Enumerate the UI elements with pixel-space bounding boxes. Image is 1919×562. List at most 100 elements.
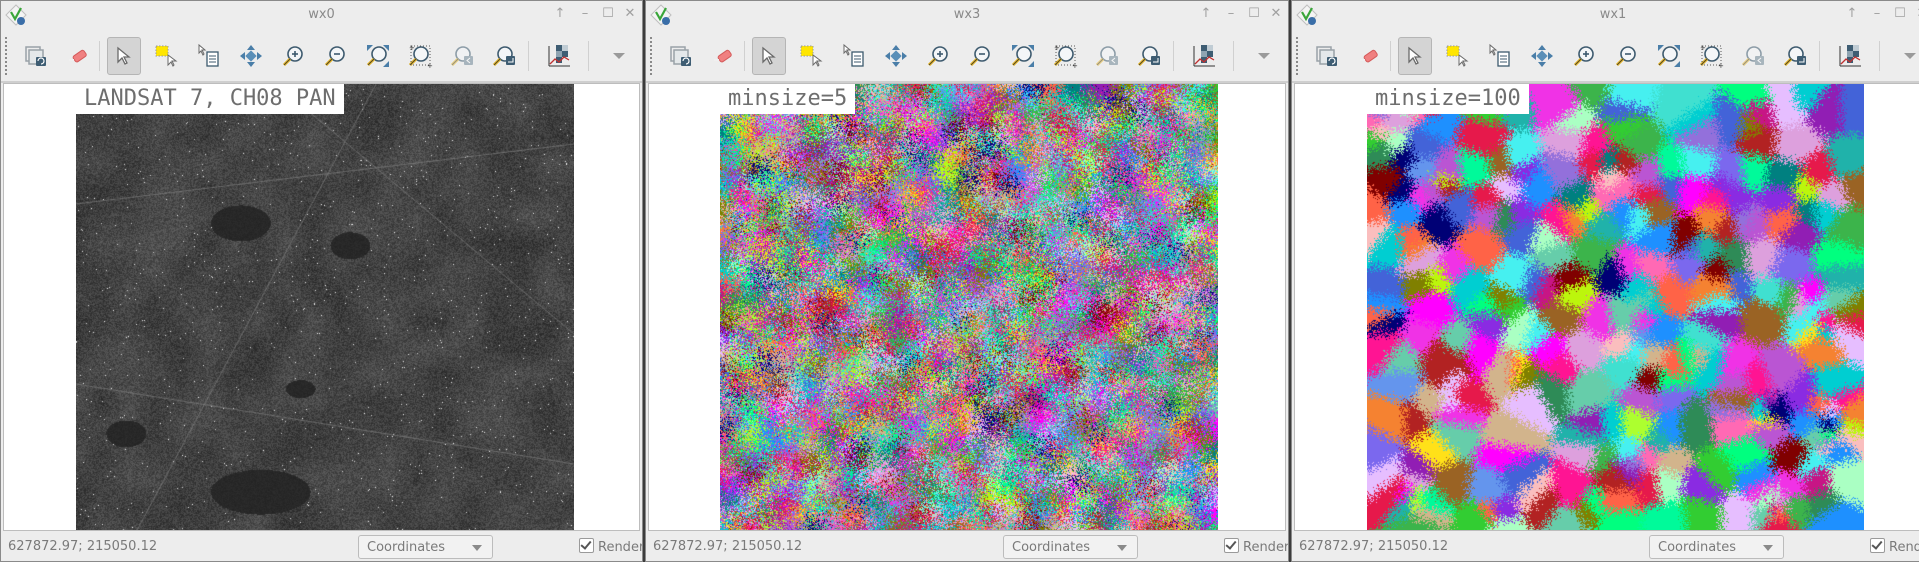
display-map-button[interactable] bbox=[19, 37, 53, 75]
query-icon bbox=[1487, 43, 1513, 69]
zoom-extent-button[interactable] bbox=[361, 37, 395, 75]
coordinates-readout: 627872.97; 215050.12 bbox=[1299, 539, 1449, 554]
pointer-button[interactable] bbox=[107, 37, 141, 75]
render-label: Render bbox=[598, 540, 643, 555]
close-button[interactable]: ✕ bbox=[1268, 6, 1284, 22]
render-checkbox[interactable]: Render bbox=[1224, 538, 1288, 555]
pan-button[interactable] bbox=[879, 37, 913, 75]
select-button[interactable] bbox=[1441, 37, 1475, 75]
display-mode-value: Coordinates bbox=[1658, 540, 1737, 555]
display-mode-select[interactable]: Coordinates bbox=[358, 535, 493, 559]
minimize-button[interactable]: – bbox=[577, 6, 593, 22]
zoom-region-button[interactable]: + + bbox=[403, 37, 437, 75]
map-canvas[interactable]: LANDSAT 7, CH08 PAN bbox=[3, 83, 640, 531]
pan-button[interactable] bbox=[234, 37, 268, 75]
pan-button[interactable] bbox=[1525, 37, 1559, 75]
display-mode-select[interactable]: Coordinates bbox=[1649, 535, 1784, 559]
zoom-region-icon: + + bbox=[407, 43, 433, 69]
analyze-button[interactable] bbox=[542, 37, 576, 75]
zoom-out-button[interactable] bbox=[1610, 37, 1644, 75]
overlay-label: LANDSAT 7, CH08 PAN bbox=[76, 84, 344, 114]
zoom-out-button[interactable] bbox=[964, 37, 998, 75]
map-toolbar: + + bbox=[1, 31, 642, 83]
more-button[interactable] bbox=[602, 37, 636, 75]
analyze-icon bbox=[546, 43, 572, 69]
zoom-in-button[interactable] bbox=[922, 37, 956, 75]
more-button[interactable] bbox=[1247, 37, 1281, 75]
analyze-button[interactable] bbox=[1187, 37, 1221, 75]
zoom-menu-icon bbox=[491, 43, 517, 69]
zoom-in-button[interactable] bbox=[277, 37, 311, 75]
title-bar[interactable]: wx3 ↑ – ☐ ✕ bbox=[646, 1, 1288, 29]
zoom-menu-icon bbox=[1136, 43, 1162, 69]
raster-image bbox=[1367, 84, 1864, 530]
zoom-out-button[interactable] bbox=[319, 37, 353, 75]
checkbox-checked-icon bbox=[1224, 538, 1239, 553]
close-button[interactable]: ✕ bbox=[622, 6, 638, 22]
pin-button[interactable]: ↑ bbox=[1198, 6, 1214, 22]
query-button[interactable] bbox=[192, 37, 226, 75]
pointer-button[interactable] bbox=[1398, 37, 1432, 75]
query-button[interactable] bbox=[837, 37, 871, 75]
status-bar: 627872.97; 215050.12 Coordinates Render bbox=[1, 531, 643, 561]
select-button[interactable] bbox=[795, 37, 829, 75]
maximize-button[interactable]: ☐ bbox=[1892, 6, 1908, 22]
zoom-menu-button[interactable] bbox=[1132, 37, 1166, 75]
toolbar-grip[interactable] bbox=[1296, 37, 1300, 75]
minimize-button[interactable]: – bbox=[1223, 6, 1239, 22]
display-mode-value: Coordinates bbox=[367, 540, 446, 555]
render-checkbox[interactable]: Render bbox=[579, 538, 643, 555]
zoom-region-button[interactable]: + + bbox=[1048, 37, 1082, 75]
map-toolbar: + + bbox=[646, 31, 1288, 83]
pin-button[interactable]: ↑ bbox=[1844, 6, 1860, 22]
select-icon bbox=[1445, 43, 1471, 69]
erase-button[interactable] bbox=[62, 37, 96, 75]
zoom-extent-button[interactable] bbox=[1652, 37, 1686, 75]
zoom-menu-button[interactable] bbox=[1778, 37, 1812, 75]
map-canvas[interactable]: minsize=5 bbox=[648, 83, 1286, 531]
map-display-window-wx0: wx0 ↑ – ☐ ✕ + + LANDSAT 7, CH08 PAN 62787… bbox=[0, 0, 643, 562]
raster-image bbox=[76, 84, 574, 530]
zoom-back-button[interactable] bbox=[1736, 37, 1770, 75]
zoom-menu-button[interactable] bbox=[487, 37, 521, 75]
zoom-back-button[interactable] bbox=[445, 37, 479, 75]
display-map-button[interactable] bbox=[1310, 37, 1344, 75]
close-button[interactable]: ✕ bbox=[1914, 6, 1919, 22]
analyze-button[interactable] bbox=[1833, 37, 1867, 75]
chevron-down-icon bbox=[1117, 545, 1127, 551]
zoom-extent-icon bbox=[1010, 43, 1036, 69]
toolbar-grip[interactable] bbox=[650, 37, 654, 75]
maximize-button[interactable]: ☐ bbox=[600, 6, 616, 22]
pointer-button[interactable] bbox=[752, 37, 786, 75]
zoom-in-button[interactable] bbox=[1568, 37, 1602, 75]
more-button[interactable] bbox=[1893, 37, 1919, 75]
overlay-label: minsize=5 bbox=[720, 84, 856, 114]
map-display-window-wx1: wx1 ↑ – ☐ ✕ ++ minsize=100 627872.97; 21… bbox=[1291, 0, 1919, 562]
map-toolbar: + + bbox=[1292, 31, 1919, 83]
display-mode-select[interactable]: Coordinates bbox=[1003, 535, 1138, 559]
analyze-icon bbox=[1191, 43, 1217, 69]
zoom-extent-button[interactable] bbox=[1006, 37, 1040, 75]
pointer-icon bbox=[111, 43, 137, 69]
title-bar[interactable]: wx1 ↑ – ☐ ✕ bbox=[1292, 1, 1919, 29]
select-button[interactable] bbox=[150, 37, 184, 75]
erase-icon bbox=[711, 43, 737, 69]
erase-button[interactable] bbox=[1353, 37, 1387, 75]
render-checkbox[interactable]: Render bbox=[1870, 538, 1919, 555]
zoom-back-button[interactable] bbox=[1090, 37, 1124, 75]
pin-button[interactable]: ↑ bbox=[552, 6, 568, 22]
title-bar[interactable]: wx0 ↑ – ☐ ✕ bbox=[1, 1, 642, 29]
toolbar-separator bbox=[1879, 41, 1880, 71]
maximize-button[interactable]: ☐ bbox=[1246, 6, 1262, 22]
query-button[interactable] bbox=[1483, 37, 1517, 75]
display-map-icon bbox=[668, 43, 694, 69]
display-map-button[interactable] bbox=[664, 37, 698, 75]
minimize-button[interactable]: – bbox=[1869, 6, 1885, 22]
toolbar-grip[interactable] bbox=[5, 37, 9, 75]
zoom-region-button[interactable]: + + bbox=[1694, 37, 1728, 75]
map-canvas[interactable]: minsize=100 bbox=[1294, 83, 1919, 531]
svg-text:+: + bbox=[1700, 44, 1706, 52]
zoom-extent-icon bbox=[365, 43, 391, 69]
checkbox-checked-icon bbox=[579, 538, 594, 553]
erase-button[interactable] bbox=[707, 37, 741, 75]
